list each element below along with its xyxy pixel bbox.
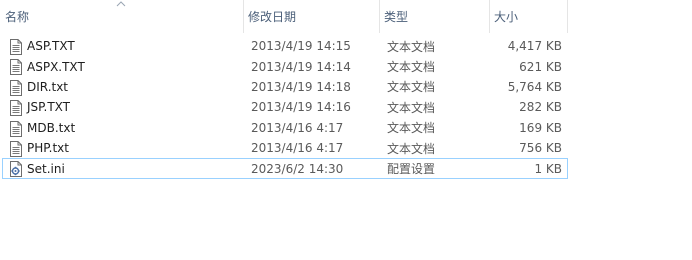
file-size: 282 KB — [519, 100, 562, 115]
file-row[interactable]: DIR.txt 2013/4/19 14:18 文本文档 5,764 KB — [2, 77, 568, 97]
column-header-bar: 名称 修改日期 类型 大小 — [0, 0, 570, 33]
file-name[interactable]: DIR.txt — [27, 78, 242, 96]
column-header-size-label: 大小 — [494, 10, 519, 24]
column-header-name-label: 名称 — [5, 10, 30, 24]
file-type: 文本文档 — [387, 141, 436, 156]
file-size: 756 KB — [519, 141, 562, 156]
file-row[interactable]: JSP.TXT 2013/4/19 14:16 文本文档 282 KB — [2, 97, 568, 117]
text-file-icon — [10, 100, 22, 117]
file-date-modified: 2013/4/19 14:16 — [251, 100, 351, 115]
column-header-type[interactable]: 类型 — [379, 0, 489, 33]
text-file-icon — [10, 59, 22, 76]
file-list-pane[interactable]: 名称 修改日期 类型 大小 ASP.TXT 2013/4/19 14:15 文本… — [0, 0, 692, 260]
file-row[interactable]: ASP.TXT 2013/4/19 14:15 文本文档 4,417 KB — [2, 36, 568, 56]
column-header-size[interactable]: 大小 — [489, 0, 567, 33]
file-size: 621 KB — [519, 59, 562, 74]
config-file-icon — [10, 161, 22, 178]
file-type: 文本文档 — [387, 39, 436, 54]
text-file-icon — [10, 39, 22, 55]
file-list: ASP.TXT 2013/4/19 14:15 文本文档 4,417 KB AS… — [0, 36, 570, 179]
file-date-modified: 2013/4/19 14:15 — [251, 39, 351, 54]
file-name[interactable]: ASP.TXT — [27, 37, 242, 55]
text-file-icon — [10, 140, 22, 157]
file-row[interactable]: ASPX.TXT 2013/4/19 14:14 文本文档 621 KB — [2, 56, 568, 76]
file-name[interactable]: MDB.txt — [27, 119, 242, 137]
file-size: 169 KB — [519, 120, 562, 135]
file-type: 文本文档 — [387, 100, 436, 115]
file-name[interactable]: PHP.txt — [27, 139, 242, 157]
file-type: 文本文档 — [387, 80, 436, 95]
text-file-icon — [10, 120, 22, 137]
text-file-icon — [10, 79, 22, 96]
column-header-date-modified[interactable]: 修改日期 — [243, 0, 379, 33]
file-name[interactable]: JSP.TXT — [27, 98, 242, 116]
file-date-modified: 2013/4/16 4:17 — [251, 141, 344, 156]
file-date-modified: 2013/4/19 14:14 — [251, 59, 351, 74]
file-type: 文本文档 — [387, 121, 436, 136]
file-date-modified: 2023/6/2 14:30 — [251, 161, 344, 176]
file-type: 文本文档 — [387, 60, 436, 75]
column-header-name[interactable]: 名称 — [0, 0, 243, 33]
file-size: 1 KB — [534, 161, 562, 176]
column-header-date-label: 修改日期 — [248, 10, 297, 24]
file-name[interactable]: ASPX.TXT — [27, 57, 242, 75]
file-size: 4,417 KB — [507, 39, 562, 54]
file-size: 5,764 KB — [507, 79, 562, 94]
column-divider[interactable] — [567, 0, 568, 33]
file-row[interactable]: PHP.txt 2013/4/16 4:17 文本文档 756 KB — [2, 138, 568, 158]
file-date-modified: 2013/4/19 14:18 — [251, 79, 351, 94]
file-row[interactable]: MDB.txt 2013/4/16 4:17 文本文档 169 KB — [2, 118, 568, 138]
file-date-modified: 2013/4/16 4:17 — [251, 120, 344, 135]
file-name[interactable]: Set.ini — [27, 159, 242, 177]
column-header-type-label: 类型 — [384, 10, 409, 24]
file-row-selected[interactable]: Set.ini 2023/6/2 14:30 配置设置 1 KB — [2, 158, 568, 179]
file-type: 配置设置 — [387, 162, 436, 177]
